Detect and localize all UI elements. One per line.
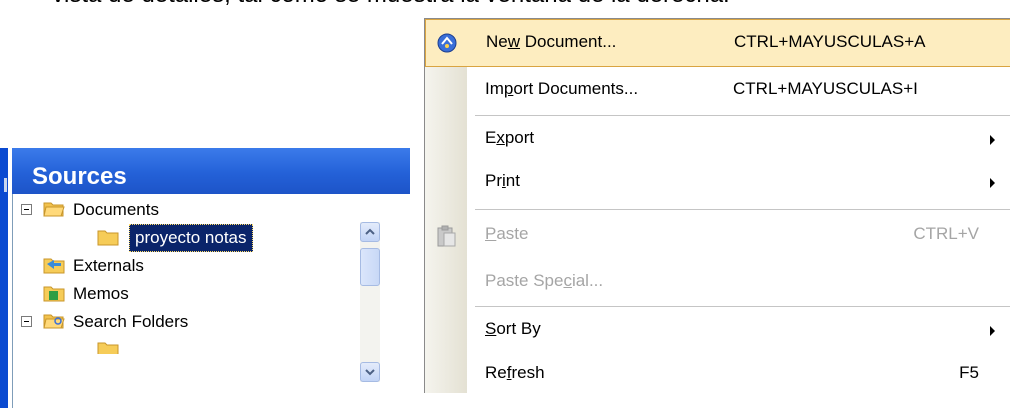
menu-item-paste[interactable]: Paste CTRL+V [425,212,1010,260]
open-folder-icon [43,202,65,217]
tree-label: Externals [73,256,144,275]
menu-item-label: Print [485,171,520,190]
menu-item-label: Refresh [485,363,545,382]
menu-separator [475,209,1010,210]
tree-scrollbar[interactable] [360,222,380,382]
tree-label: Documents [73,200,159,219]
submenu-arrow-icon [990,326,995,336]
menu-shortcut: CTRL+MAYUSCULAS+I [733,79,918,98]
menu-item-print[interactable]: Print [425,159,1010,207]
tree-label: Memos [73,284,129,303]
menu-item-paste-special[interactable]: Paste Special... [425,259,1010,307]
search-folder-icon [43,314,65,329]
menu-item-new-document[interactable]: New Document... CTRL+MAYUSCULAS+A [425,19,1010,67]
submenu-arrow-icon [990,135,995,145]
tree-label: Search Folders [73,312,189,331]
scroll-thumb[interactable] [360,248,380,286]
paste-icon [437,225,456,247]
tree-item-memos[interactable]: Memos [13,280,363,308]
menu-item-sort-by[interactable]: Sort By [425,307,1010,355]
folder-icon [97,230,119,246]
menu-item-label: Paste Special... [485,271,604,290]
collapse-icon[interactable] [21,204,32,215]
menu-item-label: Import Documents... [485,79,639,98]
chevron-down-icon [365,369,375,376]
page-caption: vista de detalles, tal como se muestra l… [52,0,730,9]
sources-panel: Sources Documents proyecto notas Externa… [0,148,411,408]
panel-edge [0,148,8,408]
menu-item-label: Paste [485,224,529,243]
collapse-icon[interactable] [21,316,32,327]
menu-item-label: Sort By [485,319,541,338]
menu-item-import-documents[interactable]: Import Documents... CTRL+MAYUSCULAS+I [425,67,1010,115]
sources-tree: Documents proyecto notas Externals Memos [12,194,411,408]
context-menu: New Document... CTRL+MAYUSCULAS+A Import… [424,18,1010,393]
submenu-arrow-icon [990,178,995,188]
externals-folder-icon [43,258,65,274]
menu-shortcut: CTRL+V [913,224,979,243]
tree-item-documents[interactable]: Documents [13,196,363,224]
scroll-up-button[interactable] [360,222,380,242]
tree-item-search-folders[interactable]: Search Folders [13,308,363,336]
new-document-icon [437,33,457,53]
tree-label-selected: proyecto notas [129,224,253,252]
menu-shortcut: CTRL+MAYUSCULAS+A [734,32,926,51]
folder-icon [97,342,119,354]
sources-header: Sources [12,148,410,194]
memos-folder-icon [43,286,65,302]
tree-item-externals[interactable]: Externals [13,252,363,280]
chevron-up-icon [365,228,375,235]
menu-item-label: New Document... [486,32,617,51]
tree-item-proyecto-notas[interactable]: proyecto notas [13,224,363,252]
sources-title: Sources [32,163,127,190]
scroll-down-button[interactable] [360,362,380,382]
menu-shortcut: F5 [959,363,979,382]
menu-item-export[interactable]: Export [425,116,1010,164]
menu-item-label: Export [485,128,535,147]
